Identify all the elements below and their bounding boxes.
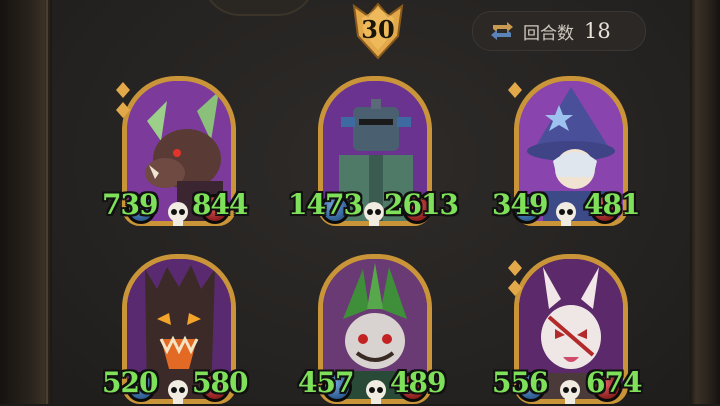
score-value: 30 bbox=[361, 15, 395, 44]
cycle-arrows-icon bbox=[491, 22, 513, 40]
rounds-value: 18 bbox=[584, 19, 611, 43]
rank-diamond-icon bbox=[508, 260, 522, 296]
stats-row-boar: 739 844 bbox=[100, 188, 258, 228]
health-value: 674 bbox=[586, 366, 642, 399]
attack-value: 349 bbox=[492, 188, 548, 221]
health-value: 580 bbox=[192, 366, 248, 399]
rounds-label: 回合数 bbox=[523, 23, 574, 44]
stats-row-rabbit: 556 674 bbox=[492, 366, 652, 406]
health-value: 489 bbox=[390, 366, 446, 399]
top-ornament bbox=[202, 0, 316, 16]
stats-row-wizard: 349 481 bbox=[490, 188, 650, 228]
skull-icon bbox=[560, 380, 580, 404]
skull-icon bbox=[366, 380, 386, 404]
stats-row-shaman: 457 489 bbox=[296, 366, 456, 406]
rank-diamond-icon bbox=[508, 82, 522, 98]
skull-icon bbox=[556, 202, 576, 226]
right-frame bbox=[690, 0, 720, 404]
attack-value: 739 bbox=[102, 188, 158, 221]
skull-icon bbox=[168, 380, 188, 404]
score-badge: 30 bbox=[350, 2, 406, 60]
health-value: 2613 bbox=[384, 188, 459, 221]
rank-diamond-icon bbox=[116, 82, 130, 118]
skull-icon bbox=[168, 202, 188, 226]
attack-value: 556 bbox=[492, 366, 548, 399]
health-value: 844 bbox=[192, 188, 248, 221]
left-frame bbox=[0, 0, 52, 404]
attack-value: 1473 bbox=[288, 188, 363, 221]
stats-row-knight: 1473 2613 bbox=[288, 188, 464, 228]
health-value: 481 bbox=[584, 188, 640, 221]
rounds-counter: 回合数 18 bbox=[472, 11, 646, 51]
attack-value: 520 bbox=[102, 366, 158, 399]
attack-value: 457 bbox=[298, 366, 354, 399]
stats-row-treant: 520 580 bbox=[100, 366, 258, 406]
